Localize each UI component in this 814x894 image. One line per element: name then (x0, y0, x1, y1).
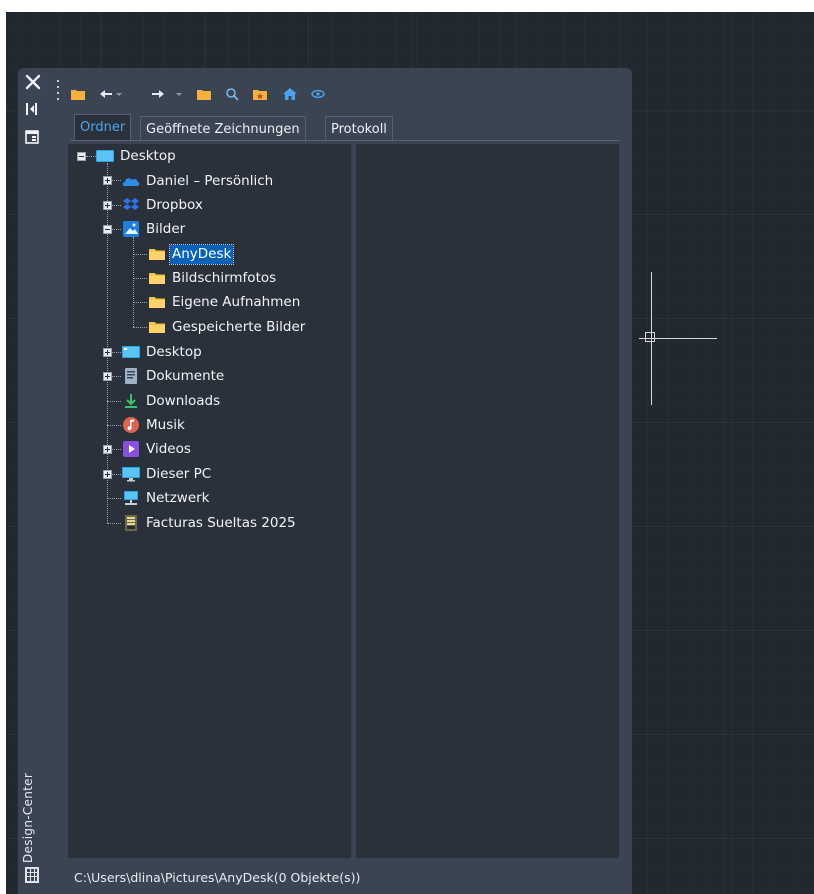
preview-eye-icon[interactable] (310, 86, 326, 102)
tree-item-label: Bilder (146, 220, 186, 237)
tree-item-desktop[interactable]: Desktop (122, 341, 204, 363)
tree-line (133, 278, 147, 280)
tree-item-label: Desktop (120, 147, 176, 164)
expand-toggle[interactable] (103, 470, 112, 479)
close-icon (25, 74, 41, 90)
back-arrow-icon[interactable] (98, 86, 114, 102)
tree-item-dropbox[interactable]: Dropbox (122, 194, 205, 216)
tree-item-label: Netzwerk (146, 489, 210, 506)
favorites-folder-icon[interactable] (252, 86, 268, 102)
tree-line (86, 156, 96, 158)
tree-item-label: Gespeicherte Bilder (172, 318, 306, 335)
tree-item-bildschirmfotos[interactable]: Bildschirmfotos (148, 267, 278, 289)
tree-item-label: Bildschirmfotos (172, 269, 277, 286)
tree-item-dokumente[interactable]: Dokumente (122, 365, 226, 387)
tree-item-gespeicherte-bilder[interactable]: Gespeicherte Bilder (148, 316, 307, 338)
expand-toggle[interactable] (103, 372, 112, 381)
properties-icon (25, 130, 39, 144)
close-palette-button[interactable] (22, 70, 44, 94)
design-center-icon (24, 866, 40, 884)
expand-toggle[interactable] (103, 201, 112, 210)
tree-item-label: Dropbox (146, 196, 203, 213)
properties-button[interactable] (24, 130, 40, 144)
videos-icon (123, 441, 139, 457)
tree-item-label: Videos (146, 440, 191, 457)
expand-toggle[interactable] (103, 348, 112, 357)
network-icon (124, 491, 138, 505)
tree-item-label: Dieser PC (146, 465, 212, 482)
palette-title: Design-Center (21, 772, 35, 863)
documents-icon (125, 368, 137, 384)
tree-item-label: Desktop (146, 343, 202, 360)
tree-item-label: Facturas Sueltas 2025 (146, 514, 296, 531)
tree-item-label: Downloads (146, 392, 221, 409)
folder-icon (149, 249, 165, 260)
tree-item-dieser-pc[interactable]: Dieser PC (122, 463, 213, 485)
music-icon (123, 417, 139, 433)
tree-line (107, 523, 121, 525)
autohide-icon (26, 103, 37, 115)
tree-item-label: AnyDesk (168, 243, 235, 265)
tree-item-videos[interactable]: Videos (122, 438, 193, 460)
this-pc-icon (122, 467, 140, 482)
dropbox-icon (123, 198, 139, 210)
tree-line (133, 254, 147, 256)
tree-item-anydesk[interactable]: AnyDesk (148, 243, 235, 265)
folder-icon (149, 322, 165, 333)
dropdown-caret-icon[interactable] (174, 86, 184, 102)
downloads-icon (125, 394, 137, 408)
pictures-icon (123, 221, 139, 237)
tab-divider (70, 140, 619, 141)
tree-line (107, 498, 121, 500)
tree-line (133, 327, 147, 329)
tree-line (107, 163, 109, 523)
collapse-toggle[interactable] (77, 152, 86, 161)
tree-item-facturas-sueltas-2025[interactable]: Facturas Sueltas 2025 (122, 512, 298, 534)
tree-item-eigene-aufnahmen[interactable]: Eigene Aufnahmen (148, 291, 302, 313)
tree-item-label: Dokumente (146, 367, 225, 384)
tree-item-label: Musik (146, 416, 185, 433)
tree-line (133, 302, 147, 304)
up-folder-icon[interactable] (196, 86, 212, 102)
tab-geoeffnete-zeichnungen[interactable]: Geöffnete Zeichnungen (140, 116, 306, 141)
tree-item-downloads[interactable]: Downloads (122, 390, 222, 412)
tree-item-musik[interactable]: Musik (122, 414, 187, 436)
tree-item-desktop-root[interactable]: Desktop (96, 145, 178, 167)
folder-icon (149, 273, 165, 284)
desktop-icon (96, 150, 114, 162)
home-icon[interactable] (282, 86, 298, 102)
tree-item-label: Eigene Aufnahmen (172, 293, 301, 310)
load-folder-icon[interactable] (70, 86, 86, 102)
tree-line (107, 425, 121, 427)
forward-arrow-icon[interactable] (150, 86, 166, 102)
status-path: C:\Users\dlina\Pictures\AnyDesk(0 Objekt… (74, 870, 361, 885)
collapse-toggle[interactable] (103, 225, 112, 234)
tree-item-bilder[interactable]: Bilder (122, 218, 187, 240)
tree-item-onedrive[interactable]: Daniel – Persönlich (122, 170, 275, 192)
archive-icon (125, 515, 137, 531)
tree-line (133, 237, 135, 327)
crosshair-pickbox (645, 332, 655, 342)
content-list-pane[interactable] (356, 144, 619, 858)
autohide-button[interactable] (24, 102, 40, 116)
dropdown-caret-icon[interactable] (114, 86, 124, 102)
tab-protokoll[interactable]: Protokoll (325, 116, 393, 141)
tab-ordner[interactable]: Ordner (74, 114, 132, 141)
tree-line (107, 401, 121, 403)
tree-item-netzwerk[interactable]: Netzwerk (122, 487, 212, 509)
desktop-folder-icon (122, 346, 140, 358)
onedrive-icon (122, 178, 140, 186)
search-icon[interactable] (224, 86, 240, 102)
expand-toggle[interactable] (103, 176, 112, 185)
tree-item-label: Daniel – Persönlich (146, 172, 274, 189)
toolbar-grip[interactable] (56, 78, 60, 106)
expand-toggle[interactable] (103, 445, 112, 454)
folder-icon (149, 297, 165, 308)
